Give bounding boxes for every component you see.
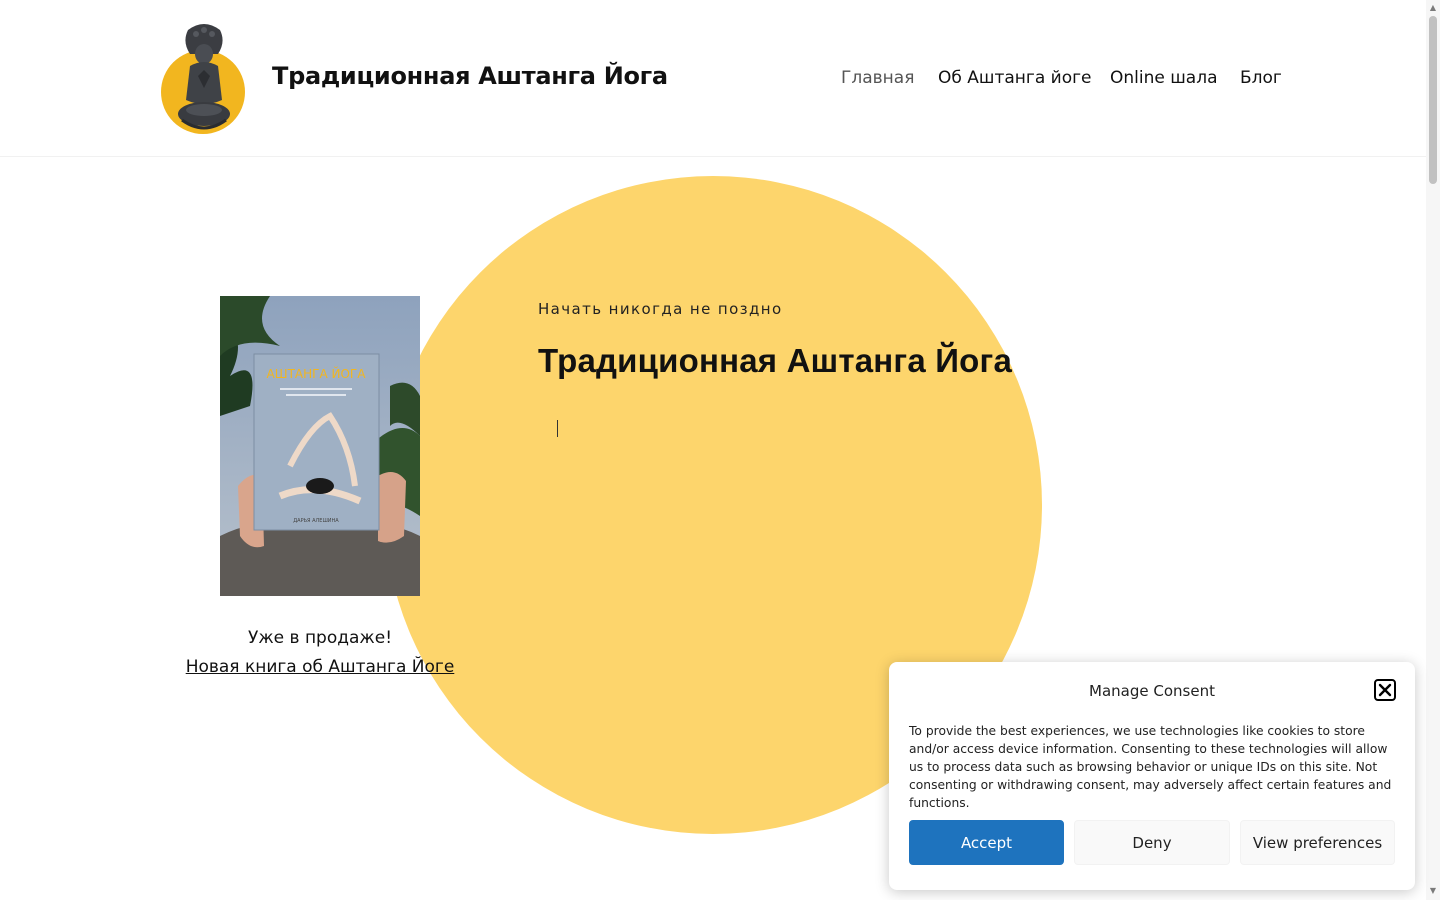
- view-preferences-button[interactable]: View preferences: [1240, 820, 1395, 865]
- accept-button[interactable]: Accept: [909, 820, 1064, 865]
- hero-kicker: Начать никогда не поздно: [538, 300, 783, 318]
- book-cover-title: АШТАНГА ЙОГА: [267, 366, 367, 381]
- nav-item-home[interactable]: Главная: [841, 68, 914, 88]
- scroll-up-icon[interactable]: ▲: [1428, 3, 1438, 13]
- close-icon: [1378, 683, 1392, 697]
- book-sale-text: Уже в продаже!: [247, 628, 393, 648]
- scroll-down-icon[interactable]: ▼: [1428, 886, 1438, 896]
- site-header: Традиционная Аштанга Йога Главная Об Ашт…: [0, 0, 1426, 157]
- book-photo[interactable]: АШТАНГА ЙОГА ДАРЬЯ АЛЕШИНА: [220, 296, 420, 596]
- consent-close-button[interactable]: [1374, 679, 1396, 701]
- hero-title: Традиционная Аштанга Йога: [538, 342, 1013, 379]
- cookie-consent-dialog: Manage Consent To provide the best exper…: [889, 662, 1415, 890]
- page-scrollbar[interactable]: ▲ ▼: [1426, 0, 1440, 900]
- text-caret: [557, 420, 558, 437]
- book-cover-author: ДАРЬЯ АЛЕШИНА: [293, 518, 339, 524]
- consent-title: Manage Consent: [1089, 682, 1215, 700]
- main-nav: Главная Об Аштанга йоге Online шала Блог: [0, 68, 1426, 90]
- scrollbar-thumb[interactable]: [1429, 16, 1437, 184]
- nav-item-blog[interactable]: Блог: [1240, 68, 1282, 88]
- nav-item-about-ashtanga[interactable]: Об Аштанга йоге: [938, 68, 1091, 88]
- consent-body-text: To provide the best experiences, we use …: [909, 724, 1392, 810]
- nav-item-online-shala[interactable]: Online шала: [1110, 68, 1218, 88]
- new-book-link[interactable]: Новая книга об Аштанга Йоге: [150, 657, 490, 677]
- deny-button[interactable]: Deny: [1074, 820, 1230, 865]
